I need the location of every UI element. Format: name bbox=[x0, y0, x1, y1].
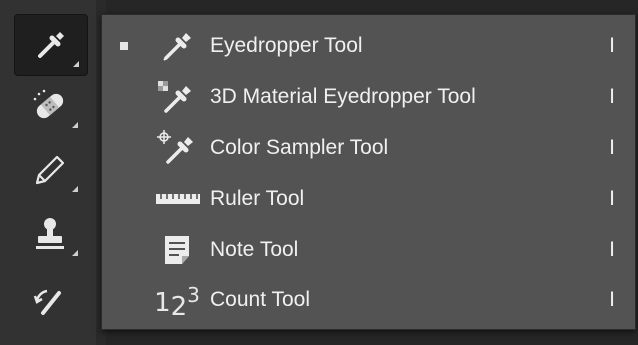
selected-bullet-icon bbox=[120, 42, 128, 50]
eyedropper-tools-flyout-menu: Eyedropper Tool I 3D Material Eyedropper… bbox=[101, 14, 636, 330]
stamp-tool-button[interactable] bbox=[14, 204, 86, 264]
pencil-tool-button[interactable] bbox=[14, 140, 86, 200]
tools-panel bbox=[0, 0, 102, 345]
pencil-icon bbox=[35, 155, 65, 185]
count-icon: 123 bbox=[154, 282, 200, 322]
shortcut-key: I bbox=[609, 238, 615, 261]
submenu-indicator-icon bbox=[72, 122, 78, 128]
menu-item-count-tool[interactable]: 123 Count Tool I bbox=[102, 275, 635, 325]
eyedropper-icon bbox=[146, 24, 208, 68]
ruler-icon bbox=[146, 177, 208, 221]
menu-item-label: Ruler Tool bbox=[210, 187, 305, 210]
stamp-icon bbox=[36, 218, 64, 249]
menu-item-3d-material-eyedropper-tool[interactable]: 3D Material Eyedropper Tool I bbox=[102, 72, 635, 122]
submenu-indicator-icon bbox=[73, 61, 79, 67]
menu-item-color-sampler-tool[interactable]: Color Sampler Tool I bbox=[102, 123, 635, 173]
3d-material-eyedropper-icon bbox=[146, 75, 208, 119]
eyedropper-icon bbox=[38, 32, 64, 58]
menu-item-label: Note Tool bbox=[210, 238, 299, 261]
history-brush-tool-button[interactable] bbox=[14, 270, 86, 330]
history-brush-icon bbox=[33, 289, 61, 315]
menu-item-label: 3D Material Eyedropper Tool bbox=[210, 85, 476, 108]
menu-item-eyedropper-tool[interactable]: Eyedropper Tool I bbox=[102, 21, 635, 71]
note-icon bbox=[146, 228, 208, 272]
shortcut-key: I bbox=[609, 34, 615, 57]
menu-item-label: Count Tool bbox=[210, 288, 311, 311]
menu-item-ruler-tool[interactable]: Ruler Tool I bbox=[102, 174, 635, 224]
submenu-indicator-icon bbox=[72, 186, 78, 192]
menu-item-label: Color Sampler Tool bbox=[210, 136, 389, 159]
eyedropper-tool-button[interactable] bbox=[14, 14, 88, 76]
shortcut-key: I bbox=[609, 136, 615, 159]
bandage-icon bbox=[33, 89, 64, 119]
menu-item-label: Eyedropper Tool bbox=[210, 34, 363, 57]
menu-item-note-tool[interactable]: Note Tool I bbox=[102, 225, 635, 275]
shortcut-key: I bbox=[609, 85, 615, 108]
color-sampler-icon bbox=[146, 126, 208, 170]
submenu-indicator-icon bbox=[72, 250, 78, 256]
shortcut-key: I bbox=[609, 288, 615, 311]
shortcut-key: I bbox=[609, 187, 615, 210]
healing-brush-tool-button[interactable] bbox=[14, 76, 86, 136]
